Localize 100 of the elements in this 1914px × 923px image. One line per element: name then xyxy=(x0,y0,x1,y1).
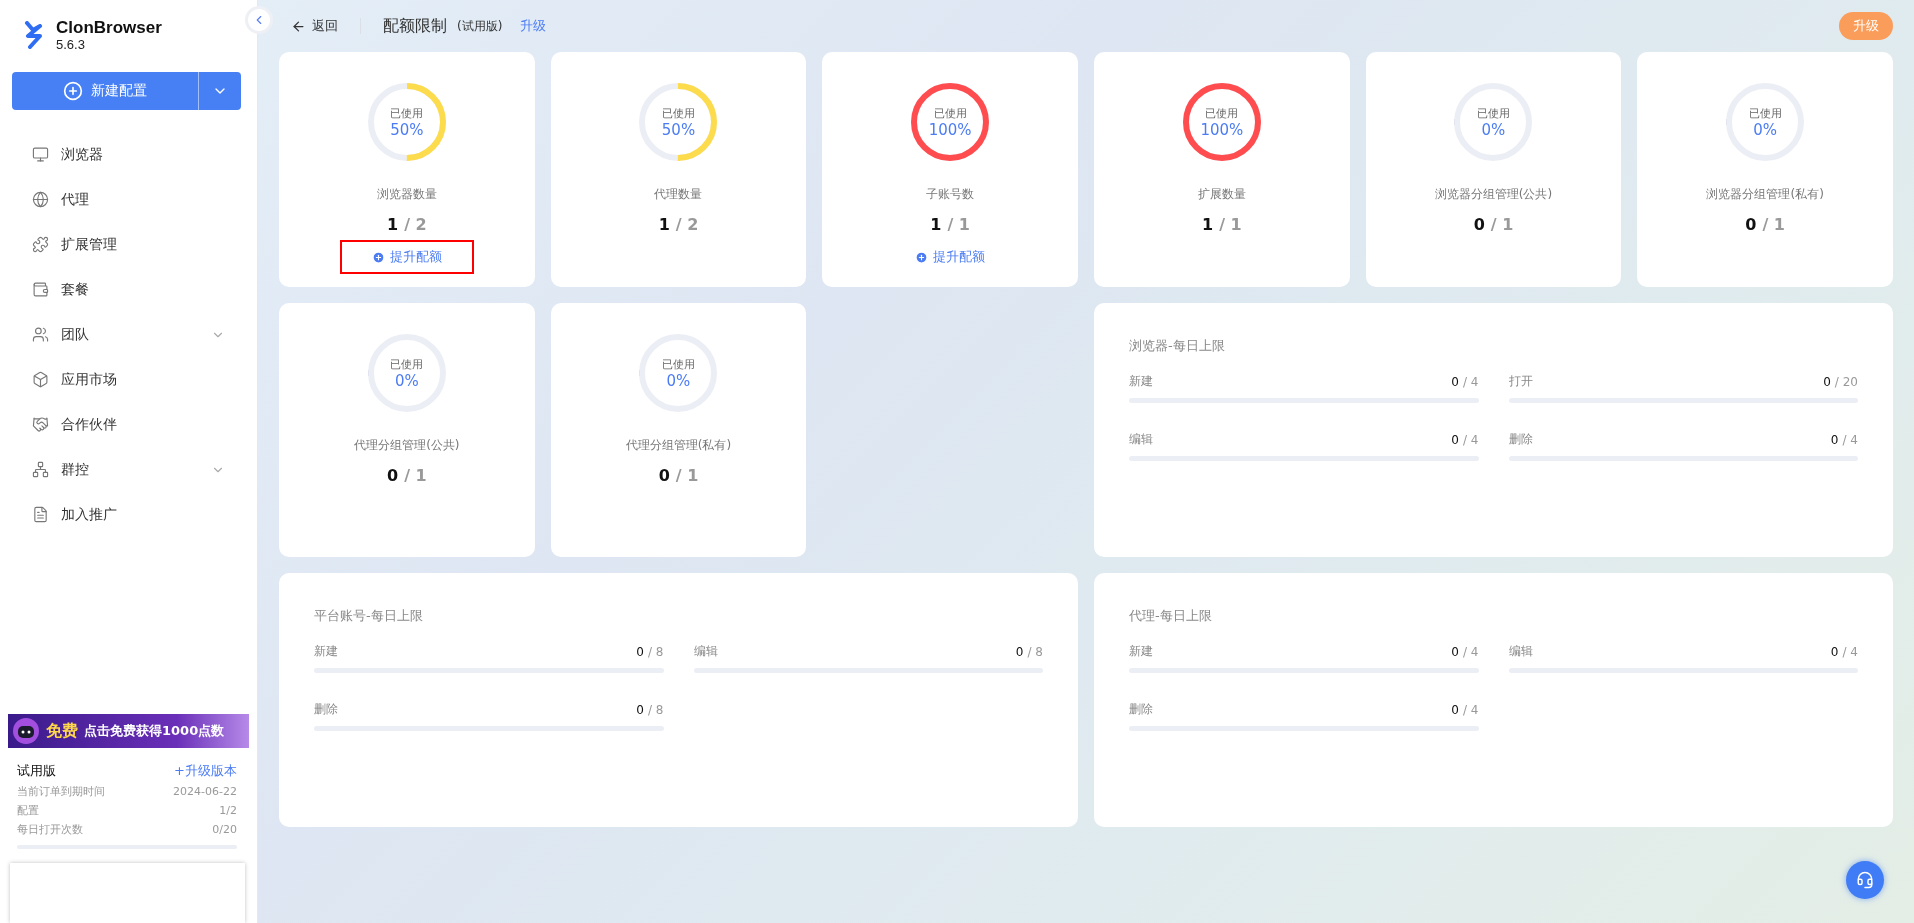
quota-used: 0 xyxy=(387,466,399,485)
usage-percent: 100% xyxy=(1200,120,1244,139)
nav-item[interactable]: 群控 xyxy=(0,447,257,492)
logo-icon xyxy=(24,21,44,49)
edition-label: (试用版) xyxy=(457,17,503,35)
limit-label: 编辑 xyxy=(693,643,718,660)
quota-limit: / 1 xyxy=(1490,215,1514,234)
limit-used: 0 xyxy=(1015,644,1024,659)
quota-name: 子账号数 xyxy=(926,186,975,203)
quota-used: 1 xyxy=(930,215,942,234)
quota-limit: / 2 xyxy=(404,215,427,234)
nav-item[interactable]: 代理 xyxy=(0,177,257,222)
limit-total: / 20 xyxy=(1834,374,1858,389)
limit-used: 0 xyxy=(1830,432,1839,447)
upgrade-version-link[interactable]: +升级版本 xyxy=(174,762,237,780)
nav-icon xyxy=(32,326,49,343)
limit-total: / 8 xyxy=(1027,644,1043,659)
limit-total: / 8 xyxy=(648,644,664,659)
limit-total: / 4 xyxy=(1842,432,1858,447)
panel-title: 平台账号-每日上限 xyxy=(314,607,424,625)
plus-icon xyxy=(371,250,385,264)
quota-name: 浏览器分组管理(公共) xyxy=(1434,186,1553,203)
usage-caption: 已使用 xyxy=(390,105,424,121)
quota-name: 扩展数量 xyxy=(1197,186,1246,203)
quota-limit: / 1 xyxy=(1219,215,1242,234)
plus-icon xyxy=(63,81,83,101)
panel-title: 浏览器-每日上限 xyxy=(1129,337,1226,355)
usage-percent: 0% xyxy=(394,371,419,390)
app-name: ClonBrowser xyxy=(56,19,162,36)
nav-icon xyxy=(32,191,49,208)
usage-percent: 0% xyxy=(1753,120,1778,139)
limit-total: / 4 xyxy=(1463,702,1479,717)
limit-label: 编辑 xyxy=(1129,431,1153,448)
limit-label: 删除 xyxy=(1129,701,1153,718)
usage-percent: 50% xyxy=(390,120,424,139)
usage-caption: 已使用 xyxy=(662,105,695,121)
usage-caption: 已使用 xyxy=(662,356,695,372)
limit-total: / 4 xyxy=(1463,644,1479,659)
quota-limit: / 2 xyxy=(675,215,699,234)
plan-label: 当前订单到期时间 xyxy=(17,784,105,799)
nav-item[interactable]: 应用市场 xyxy=(0,357,257,402)
headset-icon xyxy=(1856,871,1874,889)
nav-item[interactable]: 扩展管理 xyxy=(0,222,257,267)
raise-quota-link[interactable]: 提升配额 xyxy=(883,240,1018,274)
usage-percent: 0% xyxy=(1481,120,1506,139)
usage-caption: 已使用 xyxy=(390,356,424,372)
nav-icon xyxy=(32,236,49,253)
plan-value: 2024-06-22 xyxy=(173,785,237,798)
nav-icon xyxy=(32,371,49,388)
back-button[interactable]: 返回 xyxy=(279,17,338,35)
collapse-sidebar-button[interactable] xyxy=(245,6,273,34)
limit-label: 删除 xyxy=(314,701,338,718)
quota-name: 代理分组管理(私有) xyxy=(625,437,732,454)
usage-percent: 0% xyxy=(666,371,691,390)
usage-caption: 已使用 xyxy=(1748,105,1782,121)
raise-quota-link[interactable]: 提升配额 xyxy=(339,240,474,274)
usage-caption: 已使用 xyxy=(933,105,967,121)
limit-label: 删除 xyxy=(1508,431,1533,448)
quota-used: 0 xyxy=(1473,215,1485,234)
app-version: 5.6.3 xyxy=(56,38,86,51)
limit-label: 打开 xyxy=(1508,373,1533,390)
promo-text: 点击免费获得1000点数 xyxy=(84,722,225,740)
nav-item[interactable]: 加入推广 xyxy=(0,492,257,537)
limit-label: 新建 xyxy=(1129,373,1153,390)
robot-icon xyxy=(12,717,40,745)
limit-label: 新建 xyxy=(314,643,338,660)
limit-label: 新建 xyxy=(1129,643,1153,660)
limit-total: / 4 xyxy=(1842,644,1858,659)
quota-used: 0 xyxy=(1745,215,1757,234)
nav-item[interactable]: 合作伙伴 xyxy=(0,402,257,447)
plan-label: 每日打开次数 xyxy=(17,822,83,837)
limit-total: / 4 xyxy=(1463,374,1479,389)
limit-used: 0 xyxy=(1451,432,1459,447)
quota-limit: / 1 xyxy=(947,215,970,234)
nav-item[interactable]: 套餐 xyxy=(0,267,257,312)
plus-icon xyxy=(915,250,929,264)
quota-limit: / 1 xyxy=(404,466,427,485)
plan-value: 0/20 xyxy=(212,823,237,836)
plan-name: 试用版 xyxy=(17,762,56,780)
page-title: 配额限制 xyxy=(383,15,447,37)
usage-percent: 50% xyxy=(661,120,696,139)
limit-used: 0 xyxy=(1823,374,1831,389)
promo-banner[interactable]: 免费 点击免费获得1000点数 xyxy=(8,714,249,748)
limit-total: / 4 xyxy=(1463,432,1479,447)
limit-used: 0 xyxy=(1451,644,1459,659)
usage-caption: 已使用 xyxy=(1477,105,1510,121)
limit-used: 0 xyxy=(1451,374,1459,389)
quota-used: 1 xyxy=(387,215,399,234)
quota-used: 1 xyxy=(658,215,670,234)
nav-item[interactable]: 浏览器 xyxy=(0,132,257,177)
nav-icon xyxy=(32,506,49,523)
plan-value: 1/2 xyxy=(219,804,237,817)
panel-title: 代理-每日上限 xyxy=(1129,607,1213,625)
support-button[interactable] xyxy=(1846,861,1884,899)
quota-name: 代理分组管理(公共) xyxy=(354,437,460,454)
nav-icon xyxy=(32,416,49,433)
quota-limit: / 1 xyxy=(1762,215,1785,234)
nav-item[interactable]: 团队 xyxy=(0,312,257,357)
limit-used: 0 xyxy=(1830,644,1839,659)
limit-used: 0 xyxy=(636,644,644,659)
